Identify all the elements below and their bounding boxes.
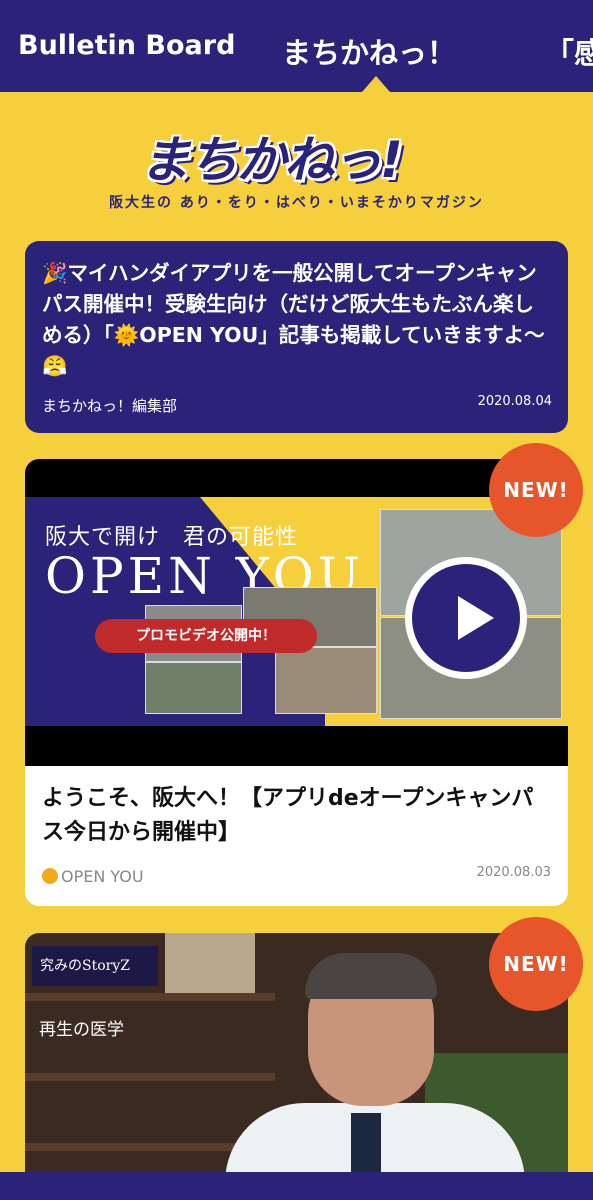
- new-badge: NEW!: [489, 443, 583, 537]
- article-title: ようこそ、阪大へ！【アプリdeオープンキャンパス今日から開催中】: [42, 786, 534, 845]
- person-hair: [305, 953, 437, 999]
- tab-bulletin-board[interactable]: Bulletin Board: [18, 30, 235, 61]
- banner-photo: [275, 647, 377, 714]
- series-subtitle: 再生の医学: [39, 1020, 124, 1040]
- article-category: OPEN YOU: [42, 867, 144, 886]
- thumbnail-banner: 阪大で開け 君の可能性 OPEN YOU プロモビデオ公開中！: [25, 497, 568, 726]
- article-thumbnail: 阪大で開け 君の可能性 OPEN YOU プロモビデオ公開中！: [25, 459, 568, 766]
- article-card[interactable]: 阪大で開け 君の可能性 OPEN YOU プロモビデオ公開中！ ようこそ、阪大へ…: [25, 459, 568, 906]
- active-tab-indicator: [362, 76, 390, 92]
- play-icon: [458, 596, 494, 640]
- announcement-author: まちかねっ！編集部: [42, 397, 178, 415]
- article-thumbnail: 究みのStoryZ 再生の医学: [25, 933, 568, 1200]
- announcement-card[interactable]: 🎉マイハンダイアプリを一般公開してオープンキャンパス開催中！受験生向け（だけど阪…: [25, 241, 568, 433]
- announcement-date: 2020.08.04: [477, 394, 552, 409]
- promo-video-pill: プロモビデオ公開中！: [95, 619, 317, 653]
- shelf: [25, 1073, 275, 1081]
- bottom-bar: [0, 1172, 593, 1200]
- banner-photo: [145, 662, 242, 714]
- magazine-header: まちかねっ! 阪大生の あり・をり・はべり・いまそかりマガジン: [0, 112, 593, 212]
- article-category-label: OPEN YOU: [61, 867, 144, 886]
- tab-next[interactable]: 「感: [545, 30, 593, 72]
- play-button[interactable]: [405, 557, 527, 679]
- article-date: 2020.08.03: [476, 865, 551, 880]
- tab-machikane[interactable]: まちかねっ！: [282, 30, 456, 72]
- top-tab-bar: Bulletin Board まちかねっ！ 「感: [0, 0, 593, 92]
- sun-icon: [42, 868, 58, 884]
- announcement-text: 🎉マイハンダイアプリを一般公開してオープンキャンパス開催中！受験生向け（だけど阪…: [42, 261, 545, 378]
- magazine-tagline: 阪大生の あり・をり・はべり・いまそかりマガジン: [109, 195, 484, 211]
- magazine-logo: まちかねっ!: [140, 131, 403, 189]
- new-badge: NEW!: [489, 917, 583, 1011]
- article-card[interactable]: 究みのStoryZ 再生の医学: [25, 933, 568, 1200]
- bookshelf-books: [165, 933, 255, 993]
- shelf: [25, 993, 275, 1001]
- series-label: 究みのStoryZ: [32, 946, 158, 986]
